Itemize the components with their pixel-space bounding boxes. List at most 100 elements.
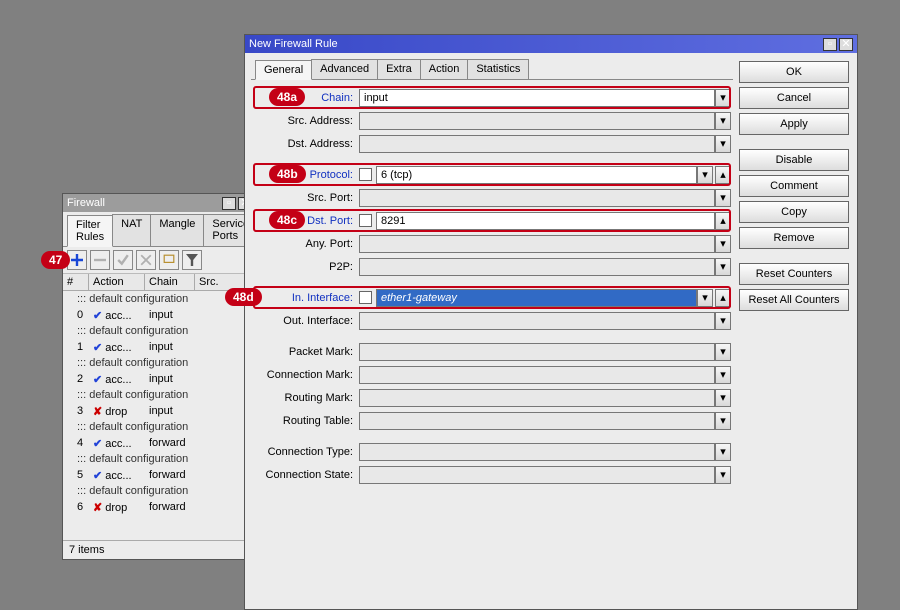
col-chain[interactable]: Chain — [145, 274, 195, 290]
expand-icon[interactable]: ▾ — [715, 443, 731, 461]
expand-icon[interactable]: ▾ — [715, 258, 731, 276]
table-row[interactable]: ::: default configuration — [63, 291, 256, 307]
accept-icon: ✔ — [93, 374, 102, 386]
any-port-label: Any. Port: — [253, 238, 355, 250]
chain-field[interactable]: input — [359, 89, 715, 107]
close-icon[interactable]: ✕ — [839, 38, 853, 51]
accept-icon: ✔ — [93, 310, 102, 322]
tab-extra[interactable]: Extra — [377, 59, 421, 79]
table-row[interactable]: 4✔ acc...forward — [63, 435, 256, 451]
expand-icon[interactable]: ▾ — [715, 312, 731, 330]
tab-advanced[interactable]: Advanced — [311, 59, 378, 79]
cancel-button[interactable]: Cancel — [739, 87, 849, 109]
connection-type-field[interactable] — [359, 443, 715, 461]
row-dst-port: Dst. Port: 8291▴ — [253, 209, 731, 232]
tab-filter-rules[interactable]: Filter Rules — [67, 215, 113, 247]
src-address-field[interactable] — [359, 112, 715, 130]
dst-port-invert-checkbox[interactable] — [359, 214, 372, 227]
expand-icon[interactable]: ▾ — [715, 366, 731, 384]
table-row[interactable]: ::: default configuration — [63, 483, 256, 499]
reset-counters-button[interactable]: Reset Counters — [739, 263, 849, 285]
packet-mark-field[interactable] — [359, 343, 715, 361]
collapse-icon[interactable]: ▴ — [715, 289, 731, 307]
comment-row: ::: default configuration — [63, 291, 256, 307]
comment-row: ::: default configuration — [63, 355, 256, 371]
out-interface-label: Out. Interface: — [253, 315, 355, 327]
table-row[interactable]: 0✔ acc...input — [63, 307, 256, 323]
tab-general[interactable]: General — [255, 60, 312, 80]
src-port-field[interactable] — [359, 189, 715, 207]
tab-mangle[interactable]: Mangle — [150, 214, 204, 246]
col-action[interactable]: Action — [89, 274, 145, 290]
table-row[interactable]: ::: default configuration — [63, 419, 256, 435]
expand-icon[interactable]: ▾ — [715, 135, 731, 153]
table-row[interactable]: 5✔ acc...forward — [63, 467, 256, 483]
reset-all-counters-button[interactable]: Reset All Counters — [739, 289, 849, 311]
protocol-label: Protocol: — [253, 169, 355, 181]
firewall-list-body: ::: default configuration0✔ acc...input:… — [63, 291, 256, 515]
comment-button[interactable] — [159, 250, 179, 270]
dst-address-field[interactable] — [359, 135, 715, 153]
expand-icon[interactable]: ▾ — [715, 189, 731, 207]
expand-icon[interactable]: ▾ — [715, 343, 731, 361]
tab-statistics[interactable]: Statistics — [467, 59, 529, 79]
table-row[interactable]: ::: default configuration — [63, 355, 256, 371]
table-row[interactable]: 2✔ acc...input — [63, 371, 256, 387]
chain-dropdown-icon[interactable]: ▾ — [715, 89, 731, 107]
apply-button[interactable]: Apply — [739, 113, 849, 135]
routing-table-field[interactable] — [359, 412, 715, 430]
dialog-side-buttons: OK Cancel Apply Disable Comment Copy Rem… — [739, 59, 849, 486]
row-in-interface: In. Interface: ether1-gateway▾▴ — [253, 286, 731, 309]
expand-icon[interactable]: ▾ — [715, 466, 731, 484]
table-row[interactable]: 1✔ acc...input — [63, 339, 256, 355]
protocol-invert-checkbox[interactable] — [359, 168, 372, 181]
in-interface-field[interactable]: ether1-gateway — [376, 289, 697, 307]
table-row[interactable]: 6✘ dropforward — [63, 499, 256, 515]
connection-state-field[interactable] — [359, 466, 715, 484]
connection-mark-field[interactable] — [359, 366, 715, 384]
protocol-dropdown-icon[interactable]: ▾ — [697, 166, 713, 184]
expand-icon[interactable]: ▾ — [715, 112, 731, 130]
table-row[interactable]: 3✘ dropinput — [63, 403, 256, 419]
remove-button[interactable] — [90, 250, 110, 270]
dialog-titlebar: New Firewall Rule ▫ ✕ — [245, 35, 857, 53]
dst-port-field[interactable]: 8291 — [376, 212, 715, 230]
expand-icon[interactable]: ▾ — [715, 389, 731, 407]
restore-icon[interactable]: ▫ — [222, 197, 236, 210]
in-interface-dropdown-icon[interactable]: ▾ — [697, 289, 713, 307]
comment-row: ::: default configuration — [63, 483, 256, 499]
row-packet-mark: Packet Mark: ▾ — [253, 340, 731, 363]
row-out-interface: Out. Interface: ▾ — [253, 309, 731, 332]
firewall-title-text: Firewall — [67, 197, 105, 209]
new-rule-dialog: New Firewall Rule ▫ ✕ General Advanced E… — [244, 34, 858, 610]
table-row[interactable]: ::: default configuration — [63, 323, 256, 339]
firewall-list-header: # Action Chain Src. — [63, 274, 256, 291]
tab-action[interactable]: Action — [420, 59, 469, 79]
collapse-icon[interactable]: ▴ — [715, 166, 731, 184]
expand-icon[interactable]: ▾ — [715, 235, 731, 253]
collapse-icon[interactable]: ▴ — [715, 212, 731, 230]
enable-button[interactable] — [113, 250, 133, 270]
ok-button[interactable]: OK — [739, 61, 849, 83]
out-interface-field[interactable] — [359, 312, 715, 330]
p2p-field[interactable] — [359, 258, 715, 276]
table-row[interactable]: ::: default configuration — [63, 387, 256, 403]
remove-button[interactable]: Remove — [739, 227, 849, 249]
restore-icon[interactable]: ▫ — [823, 38, 837, 51]
disable-button[interactable]: Disable — [739, 149, 849, 171]
table-row[interactable]: ::: default configuration — [63, 451, 256, 467]
copy-button[interactable]: Copy — [739, 201, 849, 223]
any-port-field[interactable] — [359, 235, 715, 253]
tab-nat[interactable]: NAT — [112, 214, 151, 246]
expand-icon[interactable]: ▾ — [715, 412, 731, 430]
packet-mark-label: Packet Mark: — [253, 346, 355, 358]
protocol-field[interactable]: 6 (tcp) — [376, 166, 697, 184]
in-interface-invert-checkbox[interactable] — [359, 291, 372, 304]
drop-icon: ✘ — [93, 502, 102, 514]
routing-mark-field[interactable] — [359, 389, 715, 407]
filter-button[interactable] — [182, 250, 202, 270]
col-num[interactable]: # — [63, 274, 89, 290]
disable-button[interactable] — [136, 250, 156, 270]
add-button[interactable] — [67, 250, 87, 270]
comment-button[interactable]: Comment — [739, 175, 849, 197]
